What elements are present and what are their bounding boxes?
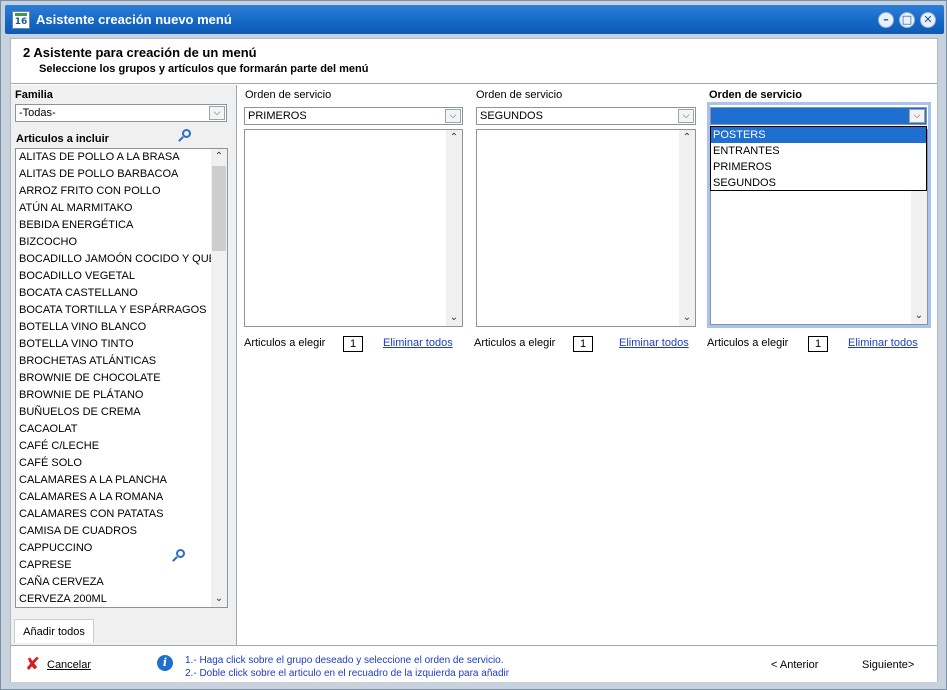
list-item[interactable]: ARROZ FRITO CON POLLO [16,183,227,200]
familia-select[interactable]: -Todas- ⌵ [15,104,227,122]
scroll-up-icon[interactable]: ⌃ [211,149,227,165]
info-icon: i [157,655,173,671]
list-item[interactable]: BOTELLA VINO TINTO [16,336,227,353]
orden-servicio-dropdown[interactable]: POSTERS ENTRANTES PRIMEROS SEGUNDOS [710,126,927,191]
minimize-icon[interactable]: – [878,12,894,28]
step-title: 2 Asistente para creación de un menú [23,45,257,60]
list-item[interactable]: CAPRESE [16,557,227,574]
list-item[interactable]: CAFÉ SOLO [16,455,227,472]
list-item[interactable]: BROCHETAS ATLÁNTICAS [16,353,227,370]
list-item[interactable]: BIZCOCHO [16,234,227,251]
scroll-down-icon[interactable]: ⌄ [211,591,227,607]
window-title: Asistente creación nuevo menú [36,12,232,27]
articulos-elegir-label-2: Articulos a elegir [474,337,556,349]
list-item[interactable]: CERVEZA 200ML [16,591,227,607]
familia-label: Familia [15,89,53,101]
list-item[interactable]: BOCATA CASTELLANO [16,285,227,302]
list-item[interactable]: CACAOLAT [16,421,227,438]
scroll-down-icon[interactable]: ⌄ [679,310,695,326]
dropdown-option-posters[interactable]: POSTERS [711,127,926,143]
scroll-down-icon[interactable]: ⌄ [911,308,927,324]
cancel-button[interactable]: Cancelar [47,659,91,671]
list-item[interactable]: BOCATA TORTILLA Y ESPÁRRAGOS [16,302,227,319]
eliminar-todos-link-2[interactable]: Eliminar todos [619,337,689,349]
step-header: 2 Asistente para creación de un menú Sel… [11,39,937,84]
chevron-down-icon[interactable]: ⌵ [209,106,225,120]
list-item[interactable]: BROWNIE DE PLÁTANO [16,387,227,404]
articulos-elegir-count-3[interactable]: 1 [808,336,828,352]
list-item[interactable]: CAFÉ C/LECHE [16,438,227,455]
wizard-footer: ✘ Cancelar i 1.- Haga click sobre el gru… [11,645,937,682]
restore-icon[interactable]: □ [899,12,915,28]
search-icon[interactable] [171,548,187,564]
list-item[interactable]: CALAMARES A LA ROMANA [16,489,227,506]
title-bar[interactable]: 16 Asistente creación nuevo menú – □ ✕ [5,5,944,34]
orden-servicio-value-1: PRIMEROS [248,110,307,122]
group-list-2[interactable]: ⌃ ⌄ [476,129,696,327]
group-list-1[interactable]: ⌃ ⌄ [244,129,463,327]
list-item[interactable]: BOTELLA VINO BLANCO [16,319,227,336]
step-subtitle: Seleccione los grupos y artículos que fo… [39,63,369,75]
orden-servicio-label-2: Orden de servicio [476,89,563,101]
dropdown-option-entrantes[interactable]: ENTRANTES [711,143,926,159]
list-item[interactable]: BOCADILLO VEGETAL [16,268,227,285]
eliminar-todos-link-1[interactable]: Eliminar todos [383,337,453,349]
articulos-elegir-label-3: Articulos a elegir [707,337,789,349]
list-item[interactable]: BROWNIE DE CHOCOLATE [16,370,227,387]
list-item[interactable]: ALITAS DE POLLO A LA BRASA [16,149,227,166]
orden-servicio-select-3[interactable]: ⌵ [710,107,927,125]
next-button[interactable]: Siguiente> [862,659,914,671]
close-icon[interactable]: ✕ [920,12,936,28]
wizard-window: 16 Asistente creación nuevo menú – □ ✕ 2… [0,0,947,690]
articles-pane: Familia -Todas- ⌵ Articulos a incluir AL… [11,85,237,645]
cancel-x-icon[interactable]: ✘ [25,656,45,674]
scroll-up-icon[interactable]: ⌃ [446,130,462,146]
list-item[interactable]: CALAMARES A LA PLANCHA [16,472,227,489]
orden-servicio-label-3: Orden de servicio [709,89,802,101]
list-item[interactable]: CALAMARES CON PATATAS [16,506,227,523]
dropdown-option-segundos[interactable]: SEGUNDOS [711,175,926,191]
list-item[interactable]: CAMISA DE CUADROS [16,523,227,540]
wizard-content: 2 Asistente para creación de un menú Sel… [10,38,938,682]
list-item[interactable]: BUÑUELOS DE CREMA [16,404,227,421]
list-item[interactable]: ATÚN AL MARMITAKO [16,200,227,217]
scroll-up-icon[interactable]: ⌃ [679,130,695,146]
articulos-elegir-label-1: Articulos a elegir [244,337,326,349]
articles-scrollbar[interactable]: ⌃ ⌄ [211,149,227,607]
add-all-button[interactable]: Añadir todos [14,619,94,643]
orden-servicio-value-2: SEGUNDOS [480,110,543,122]
eliminar-todos-link-3[interactable]: Eliminar todos [848,337,918,349]
list-item[interactable]: BOCADILLO JAMOÓN COCIDO Y QUESO [16,251,227,268]
orden-servicio-label-1: Orden de servicio [245,89,332,101]
articulos-label: Articulos a incluir [16,133,109,145]
articles-list[interactable]: ALITAS DE POLLO A LA BRASA ALITAS DE POLL… [15,148,228,608]
group-scrollbar-2[interactable]: ⌃ ⌄ [679,130,695,326]
list-item[interactable]: BEBIDA ENERGÉTICA [16,217,227,234]
hint-step-2: 2.- Doble click sobre el articulo en el … [185,668,510,679]
chevron-down-icon[interactable]: ⌵ [909,109,925,123]
back-button[interactable]: < Anterior [771,659,818,671]
scroll-down-icon[interactable]: ⌄ [446,310,462,326]
group-scrollbar-1[interactable]: ⌃ ⌄ [446,130,462,326]
articles-list-items: ALITAS DE POLLO A LA BRASA ALITAS DE POLL… [16,149,227,607]
orden-servicio-select-2[interactable]: SEGUNDOS ⌵ [476,107,696,125]
familia-value: -Todas- [19,107,56,119]
list-item[interactable]: ALITAS DE POLLO BARBACOA [16,166,227,183]
scroll-thumb[interactable] [212,166,226,251]
articulos-elegir-count-2[interactable]: 1 [573,336,593,352]
calendar-app-icon: 16 [12,11,30,29]
dropdown-option-primeros[interactable]: PRIMEROS [711,159,926,175]
chevron-down-icon[interactable]: ⌵ [678,109,694,123]
chevron-down-icon[interactable]: ⌵ [445,109,461,123]
articulos-elegir-count-1[interactable]: 1 [343,336,363,352]
list-item[interactable]: CAPPUCCINO [16,540,227,557]
orden-servicio-select-1[interactable]: PRIMEROS ⌵ [244,107,463,125]
search-icon[interactable] [177,128,193,144]
list-item[interactable]: CAÑA CERVEZA [16,574,227,591]
hint-step-1: 1.- Haga click sobre el grupo deseado y … [185,655,504,666]
